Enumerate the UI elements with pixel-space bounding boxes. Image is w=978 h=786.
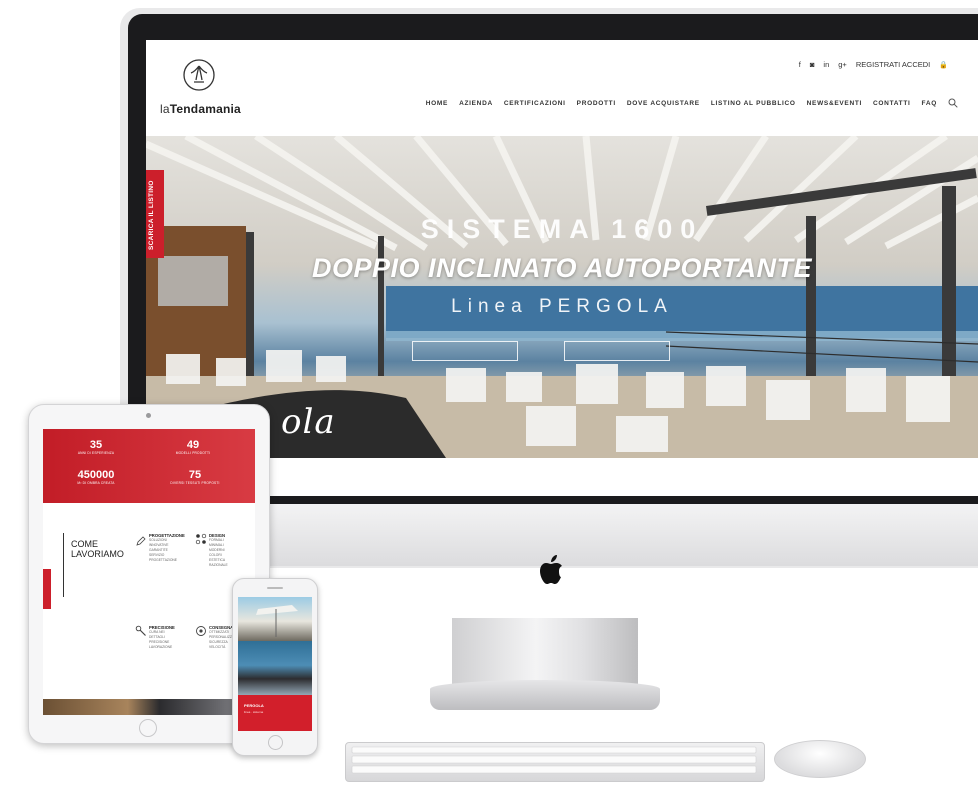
phone-home-button: [268, 735, 283, 750]
feature-progettazione: PROGETTAZIONE SOLUZIONI INNOVATIVE GARAN…: [149, 533, 185, 563]
phone-image-umbrella: [238, 597, 312, 641]
stat-fabrics: 75 DIVERSI TESSUTI PROPOSTI: [155, 469, 235, 485]
tablet-download-tab[interactable]: [43, 569, 51, 609]
stat-label: MODELLI PRODOTTI: [175, 451, 211, 455]
stats-banner: 35 ANNI DI ESPERIENZA 49 MODELLI PRODOTT…: [43, 429, 255, 503]
feature-design: DESIGN FORMALI MINIMALI MODERNI COLORI E…: [209, 533, 228, 568]
imac-stand-base: [430, 680, 660, 710]
phone-image-terrace: [238, 641, 312, 695]
tablet-camera: [146, 413, 151, 418]
section-divider: [63, 533, 64, 597]
hero-button-right[interactable]: [564, 341, 670, 361]
facebook-icon[interactable]: f: [799, 60, 801, 69]
mouse: [774, 740, 866, 778]
nav-item-news-eventi[interactable]: NEWS&EVENTI: [807, 100, 862, 107]
feature-precisione: PRECISIONE CURA NEI DETTAGLI PRECISIONE …: [149, 625, 175, 650]
tablet-screen: 35 ANNI DI ESPERIENZA 49 MODELLI PRODOTT…: [43, 429, 255, 715]
logo-text[interactable]: laTendamania: [160, 102, 241, 116]
register-login-link[interactable]: REGISTRATI ACCEDI: [856, 60, 930, 69]
logo-prefix: la: [160, 102, 170, 116]
linkedin-icon[interactable]: in: [823, 60, 829, 69]
design-dots-icon: [195, 533, 207, 545]
feature-items: SOLUZIONI INNOVATIVE GARANTITE SERVIZIO …: [149, 538, 177, 562]
feature-items: FORMALI MINIMALI MODERNI COLORI ESTETICA…: [209, 538, 228, 567]
hero-slider[interactable]: SCARICA IL LISTINO SISTEMA 1600 DOPPIO I…: [146, 136, 978, 458]
googleplus-icon[interactable]: g+: [838, 60, 847, 69]
stat-years: 35 ANNI DI ESPERIENZA: [71, 439, 121, 455]
wrench-icon: [135, 625, 146, 636]
nav-item-azienda[interactable]: AZIENDA: [459, 100, 493, 107]
hero-title-product: DOPPIO INCLINATO AUTOPORTANTE: [311, 253, 813, 283]
imac-screen: laTendamania f ◙ in g+ REGISTRATI ACCEDI…: [146, 40, 978, 496]
site-header: laTendamania f ◙ in g+ REGISTRATI ACCEDI…: [146, 40, 978, 136]
instagram-icon[interactable]: ◙: [810, 60, 815, 69]
gear-icon: [196, 626, 206, 636]
stat-label: M² DI OMBRA CREATA: [77, 481, 115, 485]
nav-item-certificazioni[interactable]: CERTIFICAZIONI: [504, 100, 566, 107]
stat-models: 49 MODELLI PRODOTTI: [163, 439, 223, 455]
stat-shade: 450000 M² DI OMBRA CREATA: [65, 469, 127, 485]
top-bar: f ◙ in g+ REGISTRATI ACCEDI 🔒: [799, 60, 948, 69]
stat-value: 450000: [77, 469, 115, 481]
hero-title-system: SISTEMA 1600: [420, 214, 704, 244]
stat-value: 35: [89, 439, 103, 451]
nav-item-faq[interactable]: FAQ: [922, 100, 937, 107]
stat-label: DIVERSI TESSUTI PROPOSTI: [170, 481, 220, 485]
phone-product-card[interactable]: PERGOLA linea . sistema: [238, 695, 312, 731]
tablet-gallery-strip: [43, 699, 255, 715]
phone-device: PERGOLA linea . sistema: [232, 578, 318, 756]
phone-card-subtitle: linea . sistema: [244, 710, 264, 714]
nav-item-prodotti[interactable]: PRODOTTI: [577, 100, 616, 107]
nav-item-listino[interactable]: LISTINO AL PUBBLICO: [711, 100, 796, 107]
section-title-line1: COME: [71, 539, 98, 549]
imac-stand: [452, 618, 638, 684]
stat-value: 49: [186, 439, 200, 451]
hero-title-line: Linea PERGOLA: [451, 296, 673, 317]
phone-screen: PERGOLA linea . sistema: [238, 597, 312, 731]
stat-value: 75: [188, 469, 202, 481]
umbrella-photo: [256, 605, 298, 637]
search-icon[interactable]: [948, 98, 958, 108]
main-nav: HOME AZIENDA CERTIFICAZIONI PRODOTTI DOV…: [426, 98, 958, 108]
feature-items: CURA NEI DETTAGLI PRECISIONE LAVORAZIONE: [149, 630, 173, 649]
nav-item-contatti[interactable]: CONTATTI: [873, 100, 911, 107]
pencil-icon: [136, 536, 146, 546]
phone-card-title: PERGOLA: [244, 703, 264, 708]
nav-item-dove-acquistare[interactable]: DOVE ACQUISTARE: [627, 100, 700, 107]
phone-speaker: [267, 587, 283, 589]
page-content-area: [146, 458, 978, 496]
stat-label: ANNI DI ESPERIENZA: [77, 451, 115, 455]
nav-item-home[interactable]: HOME: [426, 100, 448, 107]
apple-logo-icon: [540, 555, 562, 584]
lock-icon: 🔒: [939, 61, 948, 69]
section-title-line2: LAVORIAMO: [71, 549, 124, 559]
keyboard-keys: [351, 746, 757, 774]
hero-button-left[interactable]: [412, 341, 518, 361]
tendamania-logo-icon[interactable]: [182, 58, 216, 92]
keyboard: [345, 742, 765, 782]
logo-name: Tendamania: [169, 102, 241, 116]
pergola-script-logo: ola: [281, 402, 336, 442]
section-title: COME LAVORIAMO: [71, 539, 124, 559]
tablet-home-button: [139, 719, 157, 737]
